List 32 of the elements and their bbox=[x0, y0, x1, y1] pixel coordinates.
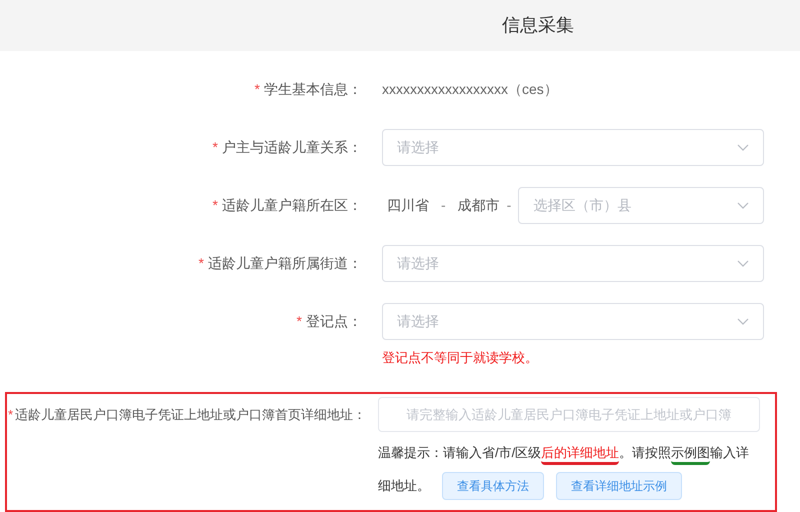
field-label: 学生基本信息： bbox=[264, 80, 362, 99]
chevron-down-icon bbox=[737, 260, 749, 268]
select-field[interactable]: 请选择 bbox=[382, 245, 764, 282]
required-mark: * bbox=[212, 196, 218, 215]
chevron-down-icon bbox=[737, 144, 749, 152]
action-button[interactable]: 查看详细地址示例 bbox=[556, 472, 682, 500]
required-mark: * bbox=[254, 80, 260, 99]
province-text: 四川省 bbox=[387, 196, 429, 215]
hint-text: 细地址。 bbox=[378, 477, 430, 496]
select-field[interactable]: 请选择 bbox=[382, 129, 764, 166]
required-mark: * bbox=[296, 312, 302, 331]
action-button[interactable]: 查看具体方法 bbox=[442, 472, 544, 500]
field-label: 适龄儿童户籍所属街道： bbox=[208, 254, 362, 273]
field-label: 户主与适龄儿童关系： bbox=[222, 138, 362, 157]
separator: - bbox=[441, 196, 446, 215]
page-title: 信息采集 bbox=[502, 14, 574, 37]
hint-text: 温馨提示：请输入省/市/区级后的详细地址。请按照示例图输入详 bbox=[378, 443, 750, 463]
field-label: 登记点： bbox=[306, 312, 362, 331]
separator: - bbox=[506, 196, 512, 215]
chevron-down-icon bbox=[737, 318, 749, 326]
field-label: 适龄儿童户籍所在区： bbox=[222, 196, 362, 215]
city-text: 成都市 bbox=[458, 196, 500, 215]
required-mark: * bbox=[212, 138, 218, 157]
warning-text: 登记点不等同于就读学校。 bbox=[382, 350, 538, 365]
address-input[interactable]: 请完整输入适龄儿童居民户口簿电子凭证上地址或户口簿 bbox=[378, 397, 760, 432]
select-field[interactable]: 请选择 bbox=[382, 303, 764, 340]
field-label: 适龄儿童居民户口簿电子凭证上地址或户口簿首页详细地址： bbox=[15, 406, 366, 424]
required-mark: * bbox=[8, 406, 13, 424]
select-field[interactable]: 选择区（市）县 bbox=[518, 187, 764, 224]
field-value: xxxxxxxxxxxxxxxxxx（ces） bbox=[382, 80, 558, 96]
chevron-down-icon bbox=[737, 202, 749, 210]
required-mark: * bbox=[198, 254, 204, 273]
